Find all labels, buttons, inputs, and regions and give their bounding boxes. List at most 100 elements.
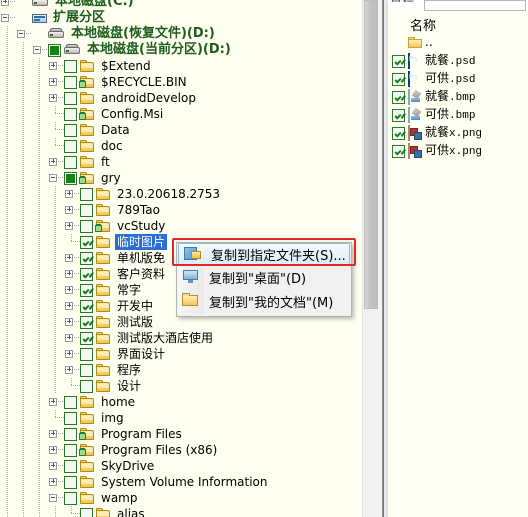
expander-plus-icon[interactable]	[64, 202, 80, 218]
file-list-panel[interactable]: 目标 名称 ..就餐.psd可供.psd就餐.bmp可供.bmp就餐x.png可…	[388, 0, 528, 517]
tree-checkbox[interactable]	[64, 443, 77, 457]
expander-minus-icon[interactable]	[48, 490, 64, 506]
tree-item[interactable]: 测试版大酒店使用	[0, 330, 360, 346]
expander-plus-icon[interactable]	[48, 74, 64, 90]
file-list-item[interactable]: 就餐.psd	[388, 52, 528, 70]
tree-item[interactable]: 本地磁盘(当前分区)(D:)	[0, 42, 360, 58]
expander-plus-icon[interactable]	[48, 90, 64, 106]
tree-checkbox[interactable]	[64, 171, 77, 185]
expander-plus-icon[interactable]	[64, 346, 80, 362]
tree-item[interactable]: 本地磁盘(C:)	[0, 0, 360, 10]
expander-plus-icon[interactable]	[64, 330, 80, 346]
tree-item[interactable]: $Extend	[0, 58, 360, 74]
tree-checkbox[interactable]	[80, 347, 93, 361]
toolbar-path-input[interactable]	[424, 0, 526, 11]
tree-item[interactable]: androidDevelop	[0, 90, 360, 106]
context-menu-item[interactable]: 复制到"我的文档"(M)	[177, 289, 351, 313]
tree-checkbox[interactable]	[64, 91, 77, 105]
tree-checkbox[interactable]	[64, 107, 77, 121]
tree-checkbox[interactable]	[48, 43, 61, 57]
tree-checkbox[interactable]	[80, 187, 93, 201]
tree-item[interactable]: 扩展分区	[0, 10, 360, 26]
expander-plus-icon[interactable]	[0, 0, 16, 10]
expander-plus-icon[interactable]	[48, 154, 64, 170]
expander-minus-icon[interactable]	[32, 42, 48, 58]
file-list-item[interactable]: 就餐.bmp	[388, 88, 528, 106]
tree-checkbox[interactable]	[80, 363, 93, 377]
tree-item[interactable]: SkyDrive	[0, 458, 360, 474]
expander-plus-icon[interactable]	[48, 58, 64, 74]
tree-checkbox[interactable]	[392, 72, 405, 86]
tree-checkbox[interactable]	[64, 155, 77, 169]
context-menu-item[interactable]: 复制到"桌面"(D)	[177, 265, 351, 289]
expander-plus-icon[interactable]	[64, 266, 80, 282]
file-list-item[interactable]: 可供.bmp	[388, 106, 528, 124]
tree-item[interactable]: gry	[0, 170, 360, 186]
tree-item[interactable]: 界面设计	[0, 346, 360, 362]
tree-item[interactable]: alias	[0, 506, 360, 517]
tree-checkbox[interactable]	[64, 475, 77, 489]
tree-item[interactable]: vcStudy	[0, 218, 360, 234]
tree-checkbox[interactable]	[392, 144, 405, 158]
tree-item[interactable]: 程序	[0, 362, 360, 378]
expander-plus-icon[interactable]	[64, 250, 80, 266]
tree-item[interactable]: 设计	[0, 378, 360, 394]
panel-splitter[interactable]	[379, 0, 388, 517]
file-list-item[interactable]: ..	[388, 34, 528, 52]
tree-checkbox[interactable]	[64, 395, 77, 409]
expander-plus-icon[interactable]	[48, 442, 64, 458]
expander-minus-icon[interactable]	[48, 170, 64, 186]
tree-item[interactable]: Program Files	[0, 426, 360, 442]
expander-plus-icon[interactable]	[64, 186, 80, 202]
tree-item[interactable]: System Volume Information	[0, 474, 360, 490]
tree-checkbox[interactable]	[64, 491, 77, 505]
tree-checkbox[interactable]	[64, 411, 77, 425]
tree-item[interactable]: Config.Msi	[0, 106, 360, 122]
tree-checkbox[interactable]	[64, 427, 77, 441]
tree-item[interactable]: $RECYCLE.BIN	[0, 74, 360, 90]
tree-item[interactable]: home	[0, 394, 360, 410]
context-menu-item[interactable]: 复制到指定文件夹(S)...	[178, 243, 350, 265]
tree-item[interactable]: 789Tao	[0, 202, 360, 218]
tree-checkbox[interactable]	[80, 507, 93, 517]
tree-item[interactable]: Program Files (x86)	[0, 442, 360, 458]
tree-checkbox[interactable]	[392, 108, 405, 122]
tree-checkbox[interactable]	[80, 219, 93, 233]
tree-checkbox[interactable]	[80, 283, 93, 297]
expander-minus-icon[interactable]	[16, 26, 32, 42]
tree-checkbox[interactable]	[80, 203, 93, 217]
expander-plus-icon[interactable]	[64, 362, 80, 378]
tree-checkbox[interactable]	[80, 299, 93, 313]
tree-checkbox[interactable]	[64, 139, 77, 153]
tree-checkbox[interactable]	[64, 459, 77, 473]
tree-item[interactable]: img	[0, 410, 360, 426]
tree-checkbox[interactable]	[80, 251, 93, 265]
tree-checkbox[interactable]	[64, 75, 77, 89]
tree-item[interactable]: wamp	[0, 490, 360, 506]
tree-checkbox[interactable]	[80, 235, 93, 249]
tree-item[interactable]: 本地磁盘(恢复文件)(D:)	[0, 26, 360, 42]
tree-checkbox[interactable]	[80, 379, 93, 393]
expander-plus-icon[interactable]	[64, 282, 80, 298]
tree-checkbox[interactable]	[80, 331, 93, 345]
file-list-item[interactable]: 可供.psd	[388, 70, 528, 88]
tree-vertical-scrollbar[interactable]	[362, 0, 379, 517]
tree-checkbox[interactable]	[80, 267, 93, 281]
tree-checkbox[interactable]	[64, 59, 77, 73]
expander-plus-icon[interactable]	[48, 426, 64, 442]
tree-checkbox[interactable]	[392, 126, 405, 140]
tree-checkbox[interactable]	[80, 315, 93, 329]
expander-plus-icon[interactable]	[64, 314, 80, 330]
tree-checkbox[interactable]	[392, 54, 405, 68]
file-list-item[interactable]: 就餐x.png	[388, 124, 528, 142]
file-list[interactable]: ..就餐.psd可供.psd就餐.bmp可供.bmp就餐x.png可供x.png	[388, 34, 528, 160]
tree-checkbox[interactable]	[64, 123, 77, 137]
expander-plus-icon[interactable]	[48, 458, 64, 474]
expander-plus-icon[interactable]	[48, 474, 64, 490]
expander-plus-icon[interactable]	[64, 298, 80, 314]
expander-plus-icon[interactable]	[48, 394, 64, 410]
tree-item[interactable]: 23.0.20618.2753	[0, 186, 360, 202]
tree-item[interactable]: doc	[0, 138, 360, 154]
tree-checkbox[interactable]	[392, 90, 405, 104]
tree-item[interactable]: ft	[0, 154, 360, 170]
